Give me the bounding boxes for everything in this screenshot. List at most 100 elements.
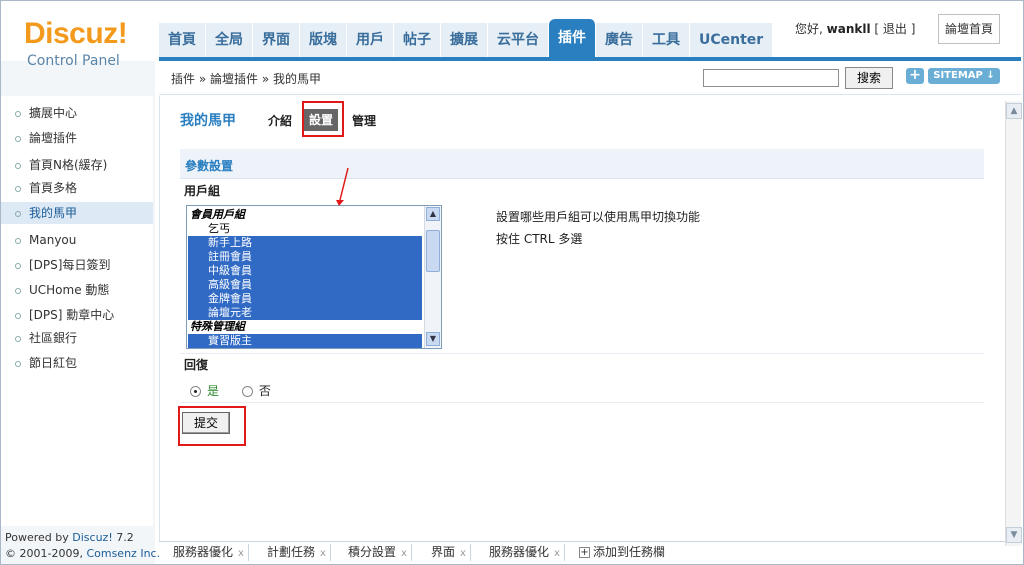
nav-tab-posts[interactable]: 帖子 <box>394 23 441 57</box>
sidebar: 擴展中心 論壇插件 首頁N格(緩存) 首頁多格 我的馬甲 Manyou [DPS… <box>1 96 153 526</box>
main-nav: 首頁 全局 界面 版塊 用戶 帖子 擴展 云平台 插件 廣告 工具 UCente… <box>159 19 774 57</box>
page-scrollbar[interactable]: ▲ ▼ <box>1005 101 1022 546</box>
chevron-up-icon[interactable]: ▲ <box>1006 103 1022 119</box>
task-label[interactable]: 計劃任務 <box>267 545 315 559</box>
chevron-down-icon[interactable]: ▼ <box>1006 527 1022 543</box>
bullet-icon <box>15 287 21 294</box>
breadcrumb-item-current: 我的馬甲 <box>273 72 322 86</box>
nav-tab-users[interactable]: 用戶 <box>347 23 394 57</box>
annotation-arrow <box>336 167 349 206</box>
sidebar-item-holiday-redpacket[interactable]: 節日紅包 <box>1 352 153 374</box>
breadcrumb-item-plugins[interactable]: 插件 <box>171 72 195 86</box>
app-window: Discuz! Control Panel 首頁 全局 界面 版塊 用戶 帖子 … <box>0 0 1024 565</box>
task-label[interactable]: 服務器優化 <box>489 545 549 559</box>
nav-tab-ucenter[interactable]: UCenter <box>690 23 774 57</box>
bullet-icon <box>15 237 21 244</box>
greeting-text: 您好, <box>795 22 823 36</box>
nav-tab-ads[interactable]: 廣告 <box>596 23 643 57</box>
sidebar-item-community-bank[interactable]: 社區銀行 <box>1 327 153 349</box>
bullet-icon <box>15 185 21 192</box>
add-to-taskbar-button[interactable]: + 添加到任務欄 <box>579 544 665 561</box>
sidebar-item-label: [DPS]每日簽到 <box>29 258 111 272</box>
task-label[interactable]: 界面 <box>431 545 455 559</box>
sidebar-item-label: Manyou <box>29 233 77 247</box>
close-icon[interactable]: x <box>554 548 560 559</box>
arrow-down-icon: ↓ <box>986 70 995 81</box>
logout-link[interactable]: [ 退出 ] <box>874 22 915 36</box>
sidebar-footer: Powered by Discuz! 7.2 © 2001-2009, Coms… <box>5 530 160 562</box>
nav-tab-global[interactable]: 全局 <box>206 23 253 57</box>
sidebar-item-label: 社區銀行 <box>29 331 78 345</box>
user-info: 您好, wankll [ 退出 ] <box>795 20 915 37</box>
close-icon[interactable]: x <box>460 548 466 559</box>
sidebar-item-label: 首頁N格(緩存) <box>29 158 108 172</box>
nav-tab-plugins[interactable]: 插件 <box>549 19 596 57</box>
close-icon[interactable]: x <box>238 548 244 559</box>
task-item[interactable]: 計劃任務 x <box>263 544 331 561</box>
task-item[interactable]: 服務器優化 x <box>169 544 249 561</box>
sidebar-item-label: 我的馬甲 <box>29 206 78 220</box>
sidebar-item-extension-center[interactable]: 擴展中心 <box>1 102 153 124</box>
task-item[interactable]: 界面 x <box>427 544 471 561</box>
breadcrumb: 插件 » 論壇插件 » 我的馬甲 <box>171 70 321 87</box>
bullet-icon <box>15 162 21 169</box>
nav-tab-interface[interactable]: 界面 <box>253 23 300 57</box>
search-button[interactable]: 搜索 <box>845 67 893 89</box>
powered-by-text: Powered by <box>5 531 69 544</box>
sidebar-item-home-ngrid[interactable]: 首頁N格(緩存) <box>1 154 153 176</box>
sitemap-label: SITEMAP <box>933 70 983 81</box>
bullet-icon <box>15 210 21 217</box>
nav-tab-extensions[interactable]: 擴展 <box>441 23 488 57</box>
taskbar: 服務器優化 x 計劃任務 x 積分設置 x 界面 x 服務器優化 x + 添加到任務欄 <box>159 541 1005 563</box>
breadcrumb-separator: » <box>198 72 207 86</box>
header: Discuz! Control Panel 首頁 全局 界面 版塊 用戶 帖子 … <box>1 1 1023 69</box>
annotation-arrow-head <box>336 200 344 206</box>
product-link[interactable]: Discuz! <box>72 531 112 544</box>
close-icon[interactable]: x <box>401 548 407 559</box>
bullet-icon <box>15 335 21 342</box>
sidebar-item-label: 節日紅包 <box>29 356 78 370</box>
sidebar-item-label: 擴展中心 <box>29 106 78 120</box>
task-item[interactable]: 積分設置 x <box>344 544 412 561</box>
sidebar-item-forum-plugins[interactable]: 論壇插件 <box>1 127 153 149</box>
username: wankll <box>826 22 871 36</box>
sidebar-item-uchome-feed[interactable]: UCHome 動態 <box>1 279 153 301</box>
sidebar-item-manyou[interactable]: Manyou <box>1 229 153 251</box>
bullet-icon <box>15 135 21 142</box>
nav-tab-tools[interactable]: 工具 <box>643 23 690 57</box>
logo: Discuz! <box>24 17 128 50</box>
nav-tab-home[interactable]: 首頁 <box>159 23 206 57</box>
nav-tab-forums[interactable]: 版塊 <box>300 23 347 57</box>
sidebar-item-home-multigrid[interactable]: 首頁多格 <box>1 177 153 199</box>
close-icon[interactable]: x <box>320 548 326 559</box>
forum-home-button[interactable]: 論壇首頁 <box>938 14 1000 44</box>
annotation-arrow-line <box>339 167 349 201</box>
sidebar-item-label: UCHome 動態 <box>29 283 110 297</box>
nav-tab-cloud[interactable]: 云平台 <box>488 23 549 57</box>
company-link[interactable]: Comsenz Inc. <box>86 547 160 560</box>
plus-icon: + <box>579 547 590 558</box>
breadcrumb-separator: » <box>261 72 270 86</box>
copyright-text: © 2001-2009, <box>5 547 83 560</box>
task-item[interactable]: 服務器優化 x <box>485 544 565 561</box>
search-input[interactable] <box>703 69 839 87</box>
task-label[interactable]: 服務器優化 <box>173 545 233 559</box>
add-to-taskbar-label: 添加到任務欄 <box>593 545 666 559</box>
sidebar-item-label: [DPS] 勳章中心 <box>29 308 115 322</box>
logo-subtitle: Control Panel <box>27 53 120 69</box>
bullet-icon <box>15 262 21 269</box>
breadcrumb-item-forum-plugins[interactable]: 論壇插件 <box>210 72 258 86</box>
bullet-icon <box>15 312 21 319</box>
main-content: 我的馬甲 介紹 設置 管理 參數設置 用戶組 會員用戶組 乞丐 新手上路 註冊會… <box>159 96 1005 541</box>
sidebar-item-label: 論壇插件 <box>29 131 78 145</box>
task-label[interactable]: 積分設置 <box>348 545 396 559</box>
sitemap-button[interactable]: SITEMAP ↓ <box>928 68 1000 84</box>
bullet-icon <box>15 110 21 117</box>
sidebar-item-medal-center[interactable]: [DPS] 勳章中心 <box>1 304 153 326</box>
add-shortcut-button[interactable]: + <box>906 68 924 84</box>
sidebar-item-daily-signin[interactable]: [DPS]每日簽到 <box>1 254 153 276</box>
breadcrumb-bar: 插件 » 論壇插件 » 我的馬甲 搜索 + SITEMAP ↓ <box>159 61 1021 95</box>
sidebar-item-my-vest[interactable]: 我的馬甲 <box>1 202 153 224</box>
sidebar-item-label: 首頁多格 <box>29 181 78 195</box>
version-text: 7.2 <box>116 531 134 544</box>
